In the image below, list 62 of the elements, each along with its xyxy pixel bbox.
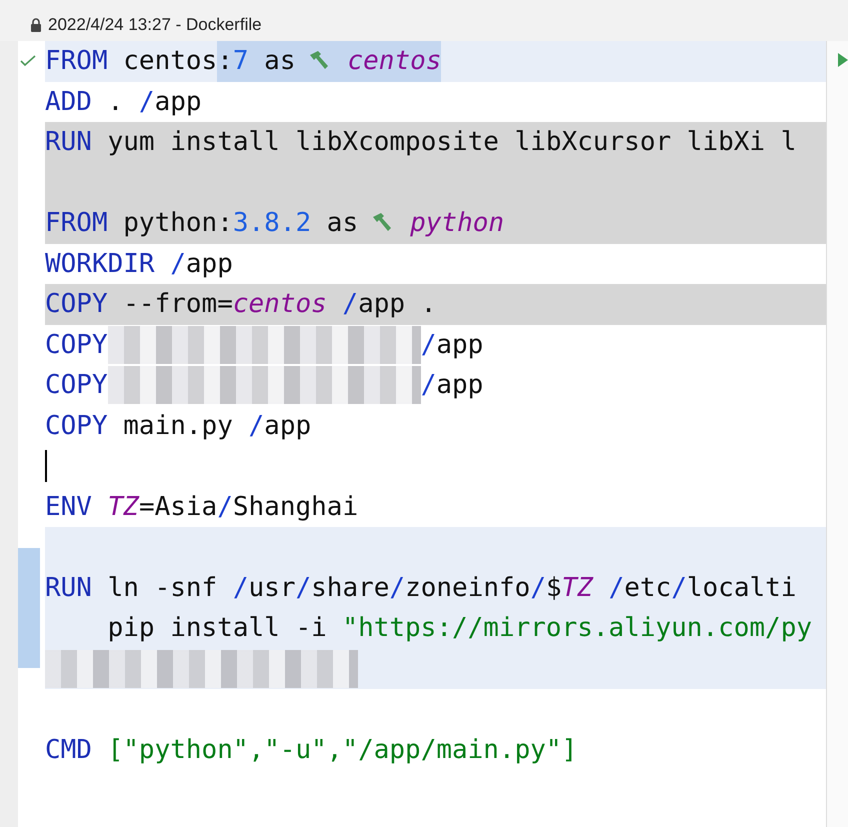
variable-text: centos: [232, 288, 327, 321]
code-text: share: [311, 572, 390, 604]
string-text: "https://mirrors.aliyun.com/py: [341, 612, 812, 645]
slash-text: /: [248, 410, 264, 442]
slash-text: /: [232, 572, 249, 604]
slash-text: /: [530, 572, 546, 604]
code-text: Shanghai: [232, 490, 358, 524]
keyword-text: COPY: [45, 410, 108, 442]
code-text: usr: [248, 572, 296, 604]
slash-text: /: [295, 572, 312, 604]
check-icon: [20, 55, 36, 68]
keyword-text: ENV: [45, 490, 92, 524]
code-text: yum install libXcomposite libXcursor libXi l: [106, 126, 796, 159]
slash-text: /: [389, 572, 406, 604]
keyword-text: CMD: [45, 734, 92, 766]
keyword-text: COPY: [45, 369, 108, 402]
keyword-text: FROM: [45, 45, 108, 78]
code-text: python:: [122, 207, 233, 240]
code-text: app .: [358, 288, 436, 321]
code-text: as: [263, 45, 296, 78]
code-text: app: [436, 369, 484, 402]
string-text: ["python","-u","/app/main.py"]: [106, 734, 578, 766]
code-text: centos: [122, 45, 218, 78]
slash-text: /: [608, 572, 624, 604]
keyword-text: WORKDIR: [45, 248, 155, 280]
code-text: $: [546, 572, 562, 604]
code-text: main.py: [122, 410, 233, 442]
keyword-text: RUN: [45, 572, 92, 604]
slash-text: /: [169, 248, 186, 280]
keyword-text: RUN: [45, 126, 92, 159]
slash-text: /: [138, 86, 155, 118]
play-icon[interactable]: [838, 53, 848, 67]
code-text: app: [154, 86, 202, 118]
code-text: --from=: [122, 288, 233, 321]
code-text: :: [217, 45, 233, 78]
keyword-text: COPY: [45, 328, 108, 362]
code-text: app: [186, 248, 233, 280]
code-text: ln -snf: [106, 572, 218, 604]
code-text: pip install -i: [106, 612, 327, 645]
code-text: as: [326, 207, 358, 240]
slash-text: /: [420, 369, 436, 402]
keyword-text: FROM: [45, 207, 108, 240]
variable-text: centos: [347, 45, 442, 78]
code-text: app: [264, 410, 312, 442]
code-text: =Asia: [138, 490, 218, 524]
number-text: 7: [232, 45, 249, 78]
variable-text: python: [410, 207, 504, 240]
keyword-text: COPY: [45, 288, 108, 321]
window-title: 2022/4/24 13:27 - Dockerfile: [48, 14, 262, 34]
number-text: 3.8.2: [232, 207, 312, 240]
slash-text: /: [217, 490, 233, 524]
slash-text: /: [341, 288, 358, 321]
code-text: zoneinfo: [405, 572, 530, 604]
slash-text: /: [420, 328, 436, 362]
slash-text: /: [671, 572, 687, 604]
code-text: app: [436, 328, 484, 362]
code-text: .: [106, 86, 124, 118]
code-text: etc: [624, 572, 672, 604]
keyword-text: ADD: [45, 86, 92, 118]
code-text: localti: [686, 572, 796, 604]
variable-text: TZ: [562, 572, 593, 604]
variable-text: TZ: [106, 490, 139, 524]
